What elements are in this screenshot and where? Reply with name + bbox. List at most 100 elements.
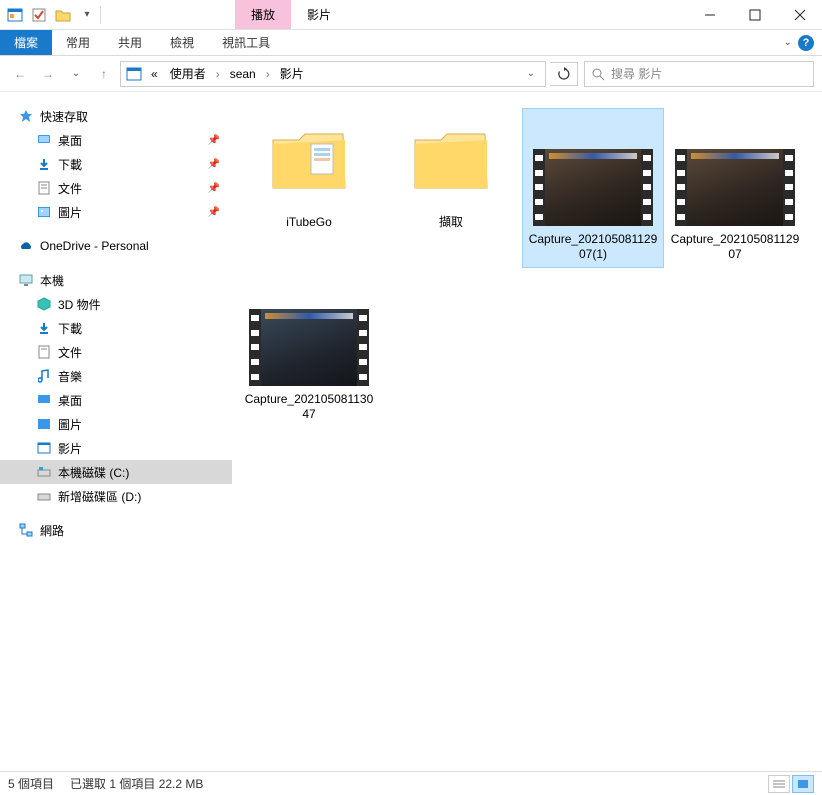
sidebar-desktop-pc[interactable]: 桌面 xyxy=(0,388,232,412)
folder-item-itubego[interactable]: iTubeGo xyxy=(238,108,380,268)
status-bar: 5 個項目 已選取 1 個項目 22.2 MB xyxy=(0,771,822,795)
checkbox-icon[interactable] xyxy=(28,4,50,26)
sidebar-documents[interactable]: 文件 📌 xyxy=(0,176,232,200)
view-switcher xyxy=(768,775,814,793)
thumbnails-view-button[interactable] xyxy=(792,775,814,793)
folder-icon xyxy=(403,113,499,209)
drive-icon xyxy=(36,488,52,504)
ribbon-tab-home[interactable]: 常用 xyxy=(52,30,104,55)
window-title-text: 影片 xyxy=(307,6,331,23)
pin-icon: 📌 xyxy=(208,159,220,170)
sidebar-network[interactable]: 網路 xyxy=(0,518,232,542)
ribbon-tab-video-tools[interactable]: 視訊工具 xyxy=(208,30,284,55)
context-tab-play[interactable]: 播放 xyxy=(235,0,291,29)
star-icon xyxy=(18,108,34,124)
details-view-button[interactable] xyxy=(768,775,790,793)
sidebar-quick-access[interactable]: 快速存取 xyxy=(0,104,232,128)
item-label: Capture_2021050811304​7 xyxy=(243,392,375,423)
video-thumbnail xyxy=(533,149,653,226)
folder-icon xyxy=(261,113,357,209)
ribbon-tabs: 檔案 常用 共用 檢視 視訊工具 ⌄ ? xyxy=(0,30,822,56)
forward-button[interactable]: → xyxy=(36,62,60,86)
sidebar-label: 文件 xyxy=(58,344,82,361)
address-bar[interactable]: « 使用者 › sean › 影片 ⌄ xyxy=(120,61,546,87)
sidebar-onedrive[interactable]: OneDrive - Personal xyxy=(0,234,232,258)
ribbon-tab-home-label: 常用 xyxy=(66,34,90,51)
sidebar-label: 文件 xyxy=(58,180,82,197)
ribbon-tab-view-label: 檢視 xyxy=(170,34,194,51)
back-button[interactable]: ← xyxy=(8,62,32,86)
folder-small-icon[interactable] xyxy=(52,4,74,26)
refresh-button[interactable] xyxy=(550,62,578,86)
search-box[interactable]: 搜尋 影片 xyxy=(584,61,814,87)
sidebar-label: 快速存取 xyxy=(40,108,88,125)
sidebar-pictures[interactable]: 圖片 📌 xyxy=(0,200,232,224)
sidebar-label: 桌面 xyxy=(58,392,82,409)
breadcrumb-videos[interactable]: 影片 xyxy=(276,65,308,82)
sidebar-downloads-pc[interactable]: 下載 xyxy=(0,316,232,340)
minimize-button[interactable] xyxy=(687,0,732,29)
folder-item-capture[interactable]: 擷取 xyxy=(380,108,522,268)
sidebar-label: OneDrive - Personal xyxy=(40,239,149,253)
help-icon[interactable]: ? xyxy=(798,35,814,51)
ribbon-collapse-icon[interactable]: ⌄ xyxy=(784,37,792,48)
computer-icon xyxy=(18,272,34,288)
sidebar-music[interactable]: 音樂 xyxy=(0,364,232,388)
sidebar-pictures-pc[interactable]: 圖片 xyxy=(0,412,232,436)
video-item-capture-3[interactable]: Capture_2021050811304​7 xyxy=(238,268,380,428)
breadcrumb-sean[interactable]: sean xyxy=(226,67,260,81)
separator xyxy=(100,6,101,24)
chevron-right-icon[interactable]: › xyxy=(214,67,222,81)
sidebar-downloads[interactable]: 下載 📌 xyxy=(0,152,232,176)
body: 快速存取 桌面 📌 下載 📌 文件 📌 圖片 📌 OneDrive - Pers… xyxy=(0,92,822,771)
qat-dropdown-icon[interactable]: ▾ xyxy=(76,4,98,26)
ribbon-tab-share[interactable]: 共用 xyxy=(104,30,156,55)
search-icon xyxy=(591,67,605,81)
item-label: 擷取 xyxy=(439,215,463,231)
cube-icon xyxy=(36,296,52,312)
sidebar-desktop[interactable]: 桌面 📌 xyxy=(0,128,232,152)
video-item-capture-1[interactable]: Capture_2021050811290​7(1) xyxy=(522,108,664,268)
window-title: 影片 xyxy=(291,0,347,29)
sidebar-local-disk-c[interactable]: 本機磁碟 (C:) xyxy=(0,460,232,484)
address-dropdown-icon[interactable]: ⌄ xyxy=(521,68,541,79)
network-icon xyxy=(18,522,34,538)
video-thumbnail xyxy=(249,309,369,386)
sidebar-label: 桌面 xyxy=(58,132,82,149)
video-item-capture-2[interactable]: Capture_2021050811290​7 xyxy=(664,108,806,268)
window-controls xyxy=(687,0,822,29)
sidebar-3d-objects[interactable]: 3D 物件 xyxy=(0,292,232,316)
up-button[interactable]: ↑ xyxy=(92,62,116,86)
ribbon-tab-view[interactable]: 檢視 xyxy=(156,30,208,55)
pin-icon: 📌 xyxy=(208,207,220,218)
music-icon xyxy=(36,368,52,384)
location-icon xyxy=(125,65,143,83)
sidebar-this-pc[interactable]: 本機 xyxy=(0,268,232,292)
chevron-right-icon[interactable]: › xyxy=(264,67,272,81)
desktop-icon xyxy=(36,392,52,408)
sidebar-videos-pc[interactable]: 影片 xyxy=(0,436,232,460)
ribbon-tab-share-label: 共用 xyxy=(118,34,142,51)
item-label: iTubeGo xyxy=(286,215,332,231)
sidebar-new-volume-d[interactable]: 新增磁碟區 (D:) xyxy=(0,484,232,508)
app-icon[interactable] xyxy=(4,4,26,26)
video-icon xyxy=(36,440,52,456)
sidebar-label: 本機 xyxy=(40,272,64,289)
ribbon-tab-video-tools-label: 視訊工具 xyxy=(222,34,270,51)
breadcrumb-users[interactable]: 使用者 xyxy=(166,65,210,82)
close-button[interactable] xyxy=(777,0,822,29)
ribbon-tab-file[interactable]: 檔案 xyxy=(0,30,52,55)
ribbon-right: ⌄ ? xyxy=(784,30,822,55)
sidebar-label: 下載 xyxy=(58,320,82,337)
maximize-button[interactable] xyxy=(732,0,777,29)
sidebar-label: 影片 xyxy=(58,440,82,457)
search-placeholder: 搜尋 影片 xyxy=(611,65,662,82)
sidebar-documents-pc[interactable]: 文件 xyxy=(0,340,232,364)
history-dropdown[interactable]: ⌄ xyxy=(64,62,88,86)
title-bar: ▾ 播放 影片 xyxy=(0,0,822,30)
desktop-icon xyxy=(36,132,52,148)
file-view[interactable]: iTubeGo 擷取 Capture_2021050811290​7(1) xyxy=(232,92,822,771)
sidebar-label: 音樂 xyxy=(58,368,82,385)
sidebar-label: 新增磁碟區 (D:) xyxy=(58,488,141,505)
document-icon xyxy=(36,344,52,360)
